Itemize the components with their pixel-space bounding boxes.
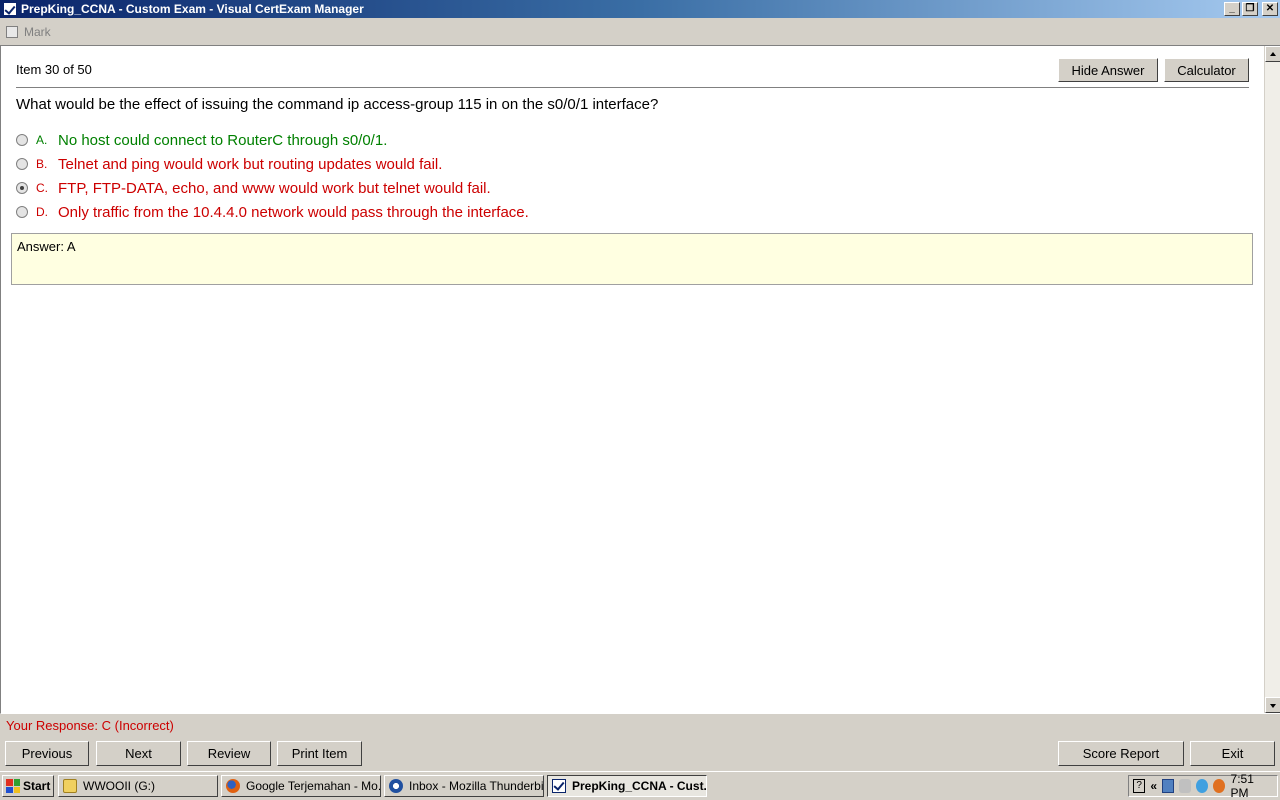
taskbar-item-label: WWOOII (G:) [83,779,155,793]
answer-text: Answer: A [17,239,76,254]
option-a[interactable]: A. No host could connect to RouterC thro… [16,128,529,152]
taskbar-item-thunderbird[interactable]: Inbox - Mozilla Thunderbird [384,775,544,797]
antivirus-icon[interactable] [1213,779,1226,793]
volume-icon[interactable] [1179,779,1192,793]
option-b-text: Telnet and ping would work but routing u… [58,155,443,173]
option-c-radio[interactable] [16,182,28,194]
review-button[interactable]: Review [187,741,271,766]
answer-box: Answer: A [11,233,1253,285]
option-d-radio[interactable] [16,206,28,218]
question-panel: Item 30 of 50 Hide Answer Calculator Wha… [0,45,1280,714]
mark-checkbox[interactable] [6,26,18,38]
option-d-letter: D. [36,205,48,219]
option-b-letter: B. [36,157,48,171]
vertical-scrollbar[interactable] [1264,46,1280,713]
option-d-text: Only traffic from the 10.4.4.0 network w… [58,203,529,221]
nav-bar: Previous Next Review Print Item Score Re… [0,741,1280,767]
option-c-letter: C. [36,181,48,195]
app-icon [3,2,17,16]
title-bar: PrepKing_CCNA - Custom Exam - Visual Cer… [0,0,1280,18]
system-tray: ? « 7:51 PM [1128,772,1278,800]
option-c[interactable]: C. FTP, FTP-DATA, echo, and www would wo… [16,176,529,200]
response-status: Your Response: C (Incorrect) [6,718,174,733]
minimize-button[interactable]: _ [1224,2,1240,16]
exit-button[interactable]: Exit [1190,741,1275,766]
close-button[interactable]: ✕ [1262,2,1278,16]
print-item-button[interactable]: Print Item [277,741,362,766]
question-header: Item 30 of 50 Hide Answer Calculator [16,58,1249,88]
start-button[interactable]: Start [2,775,54,797]
taskbar-item-label: Google Terjemahan - Mo... [246,779,381,793]
help-icon[interactable]: ? [1133,779,1146,793]
restore-button[interactable]: ❐ [1242,2,1258,16]
taskbar-item-certexam[interactable]: PrepKing_CCNA - Cust... [547,775,707,797]
option-a-letter: A. [36,133,48,147]
taskbar: Start WWOOII (G:) Google Terjemahan - Mo… [0,771,1280,800]
certexam-icon [552,779,566,793]
sync-icon[interactable] [1196,779,1209,793]
firefox-icon [226,779,240,793]
scroll-down-icon[interactable] [1265,697,1280,713]
option-a-radio[interactable] [16,134,28,146]
window-title: PrepKing_CCNA - Custom Exam - Visual Cer… [21,2,364,16]
windows-logo-icon [6,779,20,793]
score-report-button[interactable]: Score Report [1058,741,1184,766]
mark-bar: Mark [0,22,1280,42]
thunderbird-icon [389,779,403,793]
taskbar-item-label: Inbox - Mozilla Thunderbird [409,779,544,793]
network-icon[interactable] [1162,779,1175,793]
next-button[interactable]: Next [96,741,181,766]
option-d[interactable]: D. Only traffic from the 10.4.4.0 networ… [16,200,529,224]
options-list: A. No host could connect to RouterC thro… [16,128,529,224]
start-label: Start [23,779,51,793]
option-b[interactable]: B. Telnet and ping would work but routin… [16,152,529,176]
calculator-button[interactable]: Calculator [1164,58,1249,82]
show-hidden-icons-icon[interactable]: « [1150,779,1157,793]
hide-answer-button[interactable]: Hide Answer [1058,58,1158,82]
folder-icon [63,779,77,793]
previous-button[interactable]: Previous [5,741,89,766]
item-counter: Item 30 of 50 [16,62,92,77]
option-c-text: FTP, FTP-DATA, echo, and www would work … [58,179,491,197]
option-a-text: No host could connect to RouterC through… [58,131,388,149]
taskbar-item-label: PrepKing_CCNA - Cust... [572,779,707,793]
taskbar-item-folder[interactable]: WWOOII (G:) [58,775,218,797]
question-text: What would be the effect of issuing the … [16,96,659,113]
taskbar-item-firefox[interactable]: Google Terjemahan - Mo... [221,775,381,797]
option-b-radio[interactable] [16,158,28,170]
mark-label: Mark [24,25,51,39]
scroll-up-icon[interactable] [1265,46,1280,62]
clock: 7:51 PM [1230,772,1254,800]
